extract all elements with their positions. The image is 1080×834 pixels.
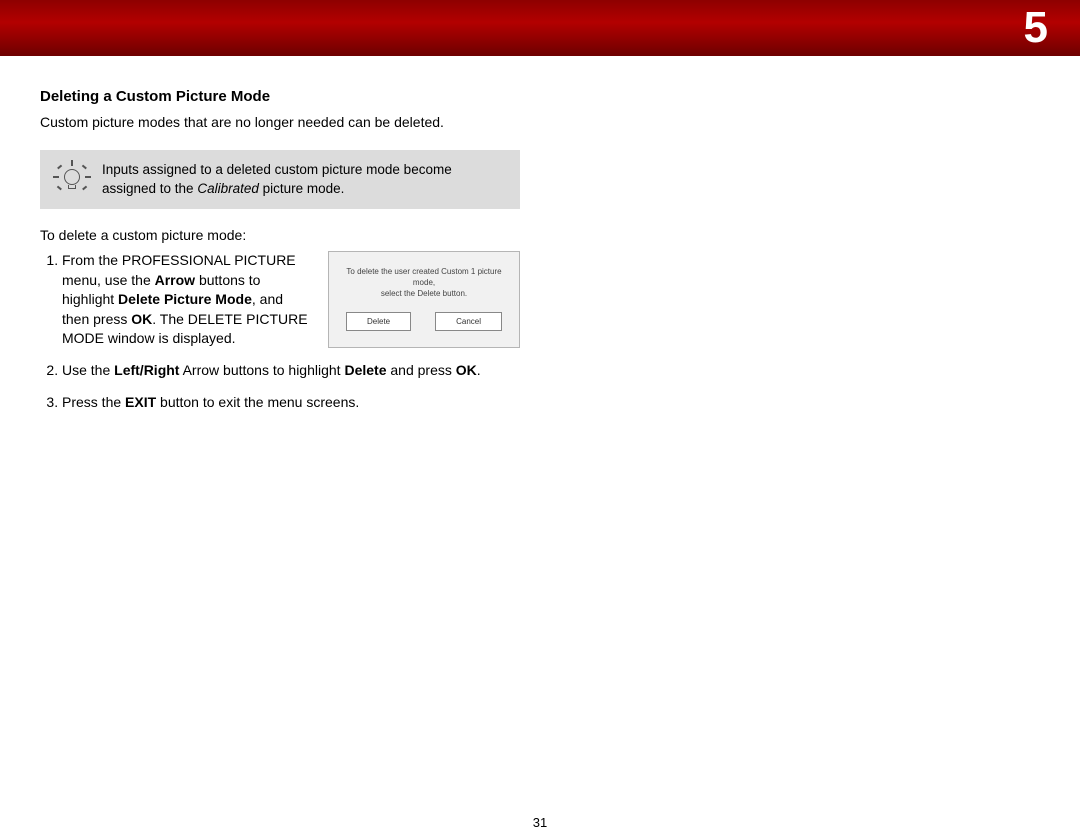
- delete-dialog-preview: To delete the user created Custom 1 pict…: [328, 251, 520, 348]
- step-1: From the PROFESSIONAL PICTURE menu, use …: [62, 251, 520, 349]
- steps-list: From the PROFESSIONAL PICTURE menu, use …: [40, 251, 520, 412]
- section-heading: Deleting a Custom Picture Mode: [40, 88, 520, 105]
- step-3: Press the EXIT button to exit the menu s…: [62, 393, 520, 413]
- intro-paragraph: Custom picture modes that are no longer …: [40, 113, 520, 132]
- step-2: Use the Left/Right Arrow buttons to high…: [62, 361, 520, 381]
- page-number: 31: [0, 815, 1080, 830]
- dialog-cancel-button: Cancel: [435, 312, 502, 331]
- manual-page: 5 Deleting a Custom Picture Mode Custom …: [0, 0, 1080, 834]
- dialog-line2: select the Delete button.: [339, 288, 509, 299]
- dialog-line1: To delete the user created Custom 1 pict…: [339, 266, 509, 288]
- header-bar: 5: [0, 0, 1080, 56]
- content-column: Deleting a Custom Picture Mode Custom pi…: [40, 88, 520, 424]
- tip-box: Inputs assigned to a deleted custom pict…: [40, 150, 520, 209]
- chapter-number: 5: [1024, 3, 1048, 53]
- dialog-delete-button: Delete: [346, 312, 411, 331]
- tip-text: Inputs assigned to a deleted custom pict…: [102, 160, 506, 199]
- lead-in-text: To delete a custom picture mode:: [40, 227, 520, 243]
- lightbulb-icon: [54, 161, 90, 197]
